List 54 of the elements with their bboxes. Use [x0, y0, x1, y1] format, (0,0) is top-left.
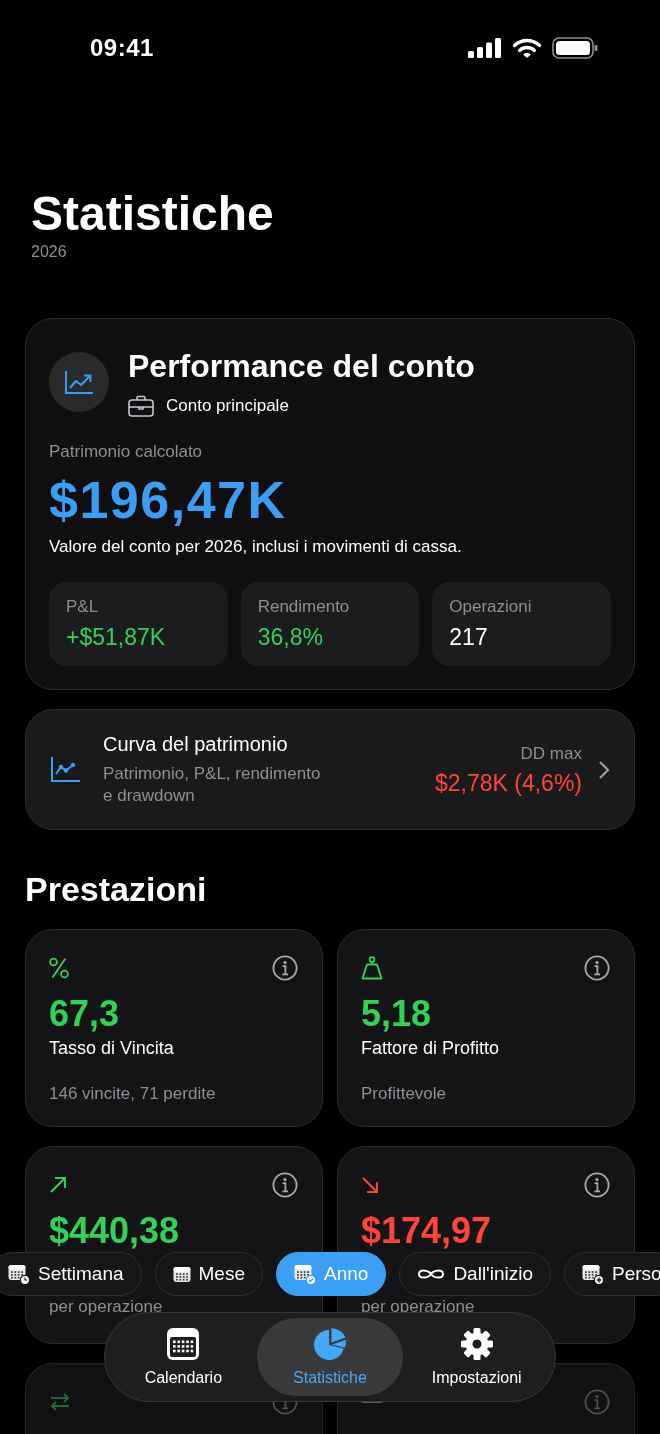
briefcase-icon [128, 395, 154, 417]
info-icon[interactable] [272, 955, 298, 981]
calendar-clock-icon [8, 1263, 30, 1285]
stat-value: 217 [449, 623, 489, 651]
stat-value: +$51,87K [66, 623, 167, 651]
drawdown-label: DD max [519, 742, 582, 765]
equity-description: Valore del conto per 2026, inclusi i movimenti di cassa. [49, 536, 463, 558]
period-chip[interactable]: Dall'inizio [399, 1252, 552, 1296]
infinity-icon [417, 1267, 446, 1281]
section-title: Prestazioni [25, 869, 208, 909]
page-title: Statistiche [31, 186, 275, 242]
metric-card[interactable]: 67,3 Tasso di Vincita 146 vincite, 71 perdite [25, 929, 323, 1127]
equity-curve-card[interactable]: Curva del patrimonio Patrimonio, P&L, rendimento e drawdown DD max $2,78K (4,6%) [25, 709, 635, 830]
calendar-check-icon [294, 1263, 316, 1285]
period-chip[interactable]: Settimana [0, 1252, 142, 1296]
stat-value: 36,8% [257, 623, 324, 651]
info-icon[interactable] [272, 1172, 298, 1198]
signal-icon [468, 38, 502, 58]
stat-label: P&L [66, 596, 100, 618]
period-chip[interactable]: Mese [154, 1252, 263, 1296]
metric-label: Tasso di Vincita [49, 1037, 175, 1059]
settings-icon [459, 1326, 494, 1361]
pie-chart-icon [313, 1326, 347, 1361]
stat-label: Rendimento [257, 596, 351, 618]
curve-subtitle: Patrimonio, P&L, rendimento e drawdown [103, 763, 322, 807]
tab-item[interactable]: Statistiche [256, 1318, 404, 1396]
metric-card[interactable]: 5,18 Fattore di Profitto Profittevole [337, 929, 635, 1127]
status-time: 09:41 [90, 34, 154, 62]
metric-value: $174,97 [361, 1211, 493, 1251]
calendar-icon [166, 1326, 201, 1361]
metric-detail: per operazione [49, 1300, 164, 1314]
info-icon[interactable] [584, 955, 610, 981]
drawdown-value: $2,78K (4,6%) [434, 768, 582, 797]
calendar-plus-icon [582, 1263, 605, 1285]
metric-detail: 146 vincite, 71 perdite [49, 1087, 217, 1101]
chevron-right-icon [598, 759, 610, 780]
curve-title: Curva del patrimonio [103, 732, 289, 756]
metric-detail: Profittevole [361, 1087, 448, 1101]
equity-label: Patrimonio calcolato [49, 441, 204, 463]
page-subtitle: 2026 [31, 242, 68, 262]
info-icon[interactable] [584, 1172, 610, 1198]
line-chart-icon [50, 756, 81, 783]
metric-value: $440,38 [49, 1211, 181, 1251]
wifi-icon [512, 37, 542, 59]
calendar-icon [172, 1265, 191, 1283]
equity-value: $196,47K [49, 472, 288, 528]
account-name: Conto principale [166, 395, 289, 417]
period-chip[interactable]: Perso [564, 1252, 660, 1296]
metric-value: 5,18 [361, 994, 433, 1034]
stat-label: Operazioni [449, 596, 533, 618]
metric-label: Fattore di Profitto [361, 1037, 501, 1059]
card-title: Performance del conto [128, 347, 475, 385]
metric-value: 67,3 [49, 994, 121, 1034]
battery-icon [552, 37, 598, 59]
